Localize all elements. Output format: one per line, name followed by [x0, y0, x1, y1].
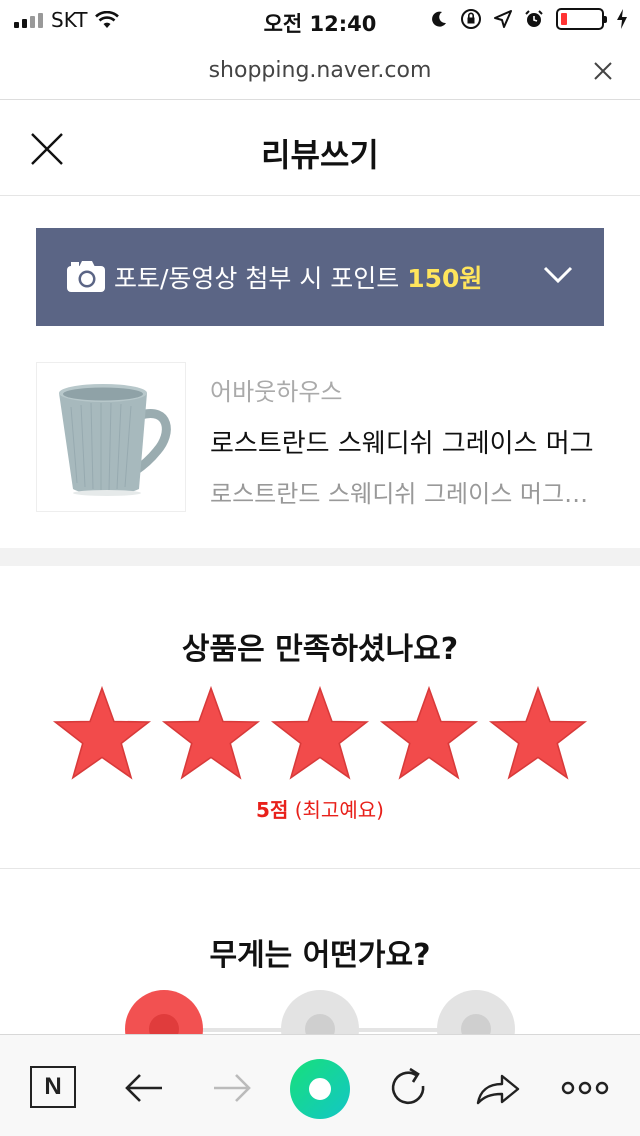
photo-point-banner[interactable]: 포토/동영상 첨부 시 포인트 150원 [36, 228, 604, 326]
product-name: 로스트란드 스웨디쉬 그레이스 머그 [210, 429, 594, 459]
url-text[interactable]: shopping.naver.com [0, 58, 640, 83]
product-thumbnail [36, 362, 186, 512]
star-icon[interactable] [50, 682, 154, 786]
green-dot-button[interactable] [290, 1059, 350, 1119]
back-arrow-icon[interactable] [120, 1063, 170, 1113]
product-option: 로스트란드 스웨디쉬 그레이스 머그컵 라이트블루 [210, 480, 606, 508]
rating-score-desc: (최고예요) [294, 798, 384, 822]
banner-point-amount: 150원 [407, 264, 483, 293]
browser-toolbar: N [0, 1034, 640, 1136]
page-title: 리뷰쓰기 [261, 136, 379, 174]
battery-icon [556, 8, 607, 30]
browser-url-bar: shopping.naver.com [0, 44, 640, 100]
location-icon [494, 10, 512, 28]
share-icon[interactable] [472, 1063, 522, 1113]
camera-icon [67, 261, 105, 292]
moon-icon [432, 11, 446, 27]
rating-score-value: 5점 [256, 798, 289, 822]
page-header: 리뷰쓰기 [0, 100, 640, 196]
star-icon[interactable] [268, 682, 372, 786]
naver-home-button[interactable]: N [30, 1066, 76, 1108]
rating-question: 상품은 만족하셨나요? [181, 632, 459, 667]
banner-text: 포토/동영상 첨부 시 포인트 150원 [114, 259, 482, 295]
more-icon[interactable] [560, 1063, 610, 1113]
status-bar: SKT 오전 12:40 [0, 0, 640, 40]
alarm-icon [525, 10, 543, 27]
star-icon[interactable] [486, 682, 590, 786]
charging-icon [617, 9, 627, 29]
status-right [430, 8, 628, 30]
product-brand: 어바웃하우스 [210, 378, 343, 406]
rotation-lock-icon [461, 9, 481, 29]
refresh-icon[interactable] [383, 1063, 433, 1113]
star-icon[interactable] [377, 682, 481, 786]
close-icon[interactable] [592, 60, 614, 82]
mug-image [59, 384, 171, 496]
rating-score: 5점 (최고예요) [0, 794, 640, 823]
star-icon[interactable] [159, 682, 263, 786]
banner-message: 포토/동영상 첨부 시 포인트 [114, 264, 408, 293]
chevron-down-icon[interactable] [542, 264, 574, 286]
section-divider [0, 868, 640, 869]
forward-arrow-icon[interactable] [206, 1063, 256, 1113]
section-divider [0, 548, 640, 566]
weight-question: 무게는 어떤가요? [209, 938, 431, 973]
star-rating[interactable] [50, 682, 590, 786]
